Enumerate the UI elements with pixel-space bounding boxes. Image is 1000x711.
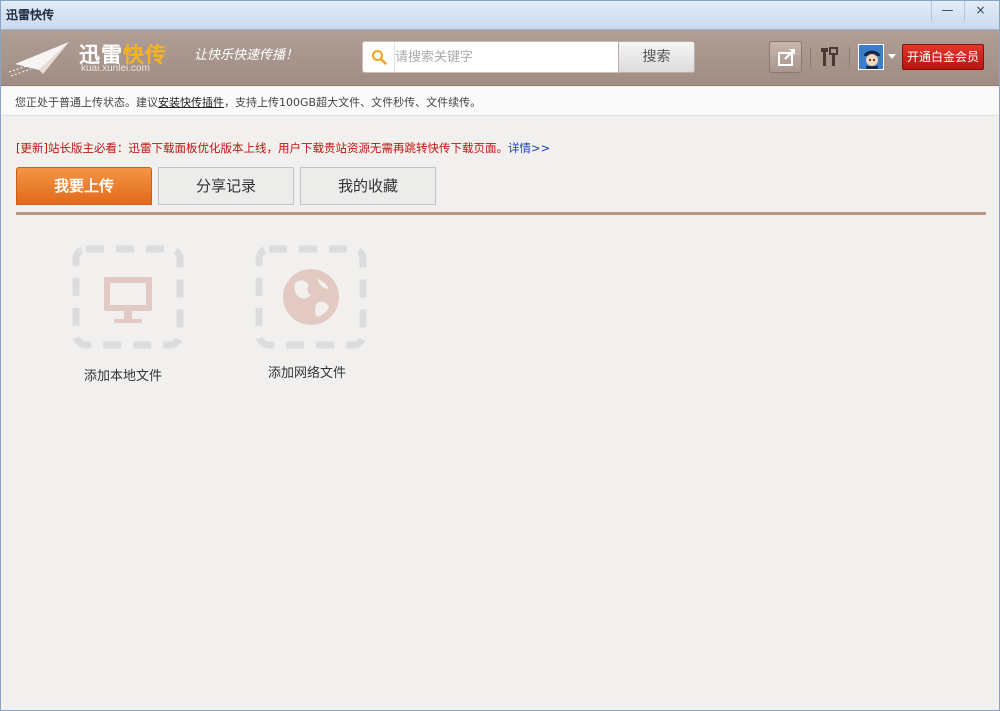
globe-icon: [255, 245, 367, 349]
add-local-file-button[interactable]: [72, 245, 184, 349]
add-web-file-label[interactable]: 添加网络文件: [268, 362, 346, 381]
window-title: 迅雷快传: [6, 8, 55, 22]
update-text: [更新]站长版主必看：迅雷下载面板优化版本上线，用户下载贵站资源无需再跳转快传下…: [16, 141, 508, 155]
monitor-icon: [72, 245, 184, 349]
notice-suffix: ，支持上传100GB超大文件、文件秒传、文件续传。: [224, 96, 482, 109]
paper-plane-logo-icon: [9, 42, 69, 77]
details-link[interactable]: 详情>>: [508, 141, 550, 155]
close-button[interactable]: ×: [964, 1, 996, 21]
logo-url: kuai.xunlei.com: [81, 63, 150, 74]
header-bar: 迅雷快传 kuai.xunlei.com 让快乐快速传播！ 搜索: [1, 30, 999, 86]
chevron-down-icon[interactable]: [888, 54, 896, 59]
search-icon: [372, 50, 387, 65]
update-notice: [更新]站长版主必看：迅雷下载面板优化版本上线，用户下载贵站资源无需再跳转快传下…: [16, 140, 550, 156]
share-icon: [778, 49, 795, 66]
toolbar-separator: [810, 47, 811, 67]
app-window: 迅雷快传 — × 迅雷快传 kuai.xunlei.com 让快乐快速传播！ 搜…: [0, 0, 1000, 711]
avatar-icon: [859, 45, 883, 69]
search-box: [362, 41, 619, 73]
toolbar-separator: [849, 47, 850, 67]
vip-button[interactable]: 开通白金会员: [902, 44, 984, 70]
notice-prefix: 您正处于普通上传状态。建议: [15, 96, 158, 109]
title-bar: 迅雷快传 — ×: [1, 1, 999, 30]
add-local-file-label[interactable]: 添加本地文件: [84, 365, 162, 384]
add-web-file-button[interactable]: [255, 245, 367, 349]
tab-my-favorites[interactable]: 我的收藏: [300, 167, 436, 205]
install-plugin-link[interactable]: 安装快传插件: [158, 96, 224, 109]
minimize-button[interactable]: —: [931, 1, 963, 21]
tab-share-history[interactable]: 分享记录: [158, 167, 294, 205]
slogan: 让快乐快速传播！: [194, 48, 299, 63]
search-input[interactable]: [395, 46, 610, 68]
user-avatar[interactable]: [858, 44, 884, 70]
tools-icon[interactable]: [818, 44, 842, 70]
tab-my-upload[interactable]: 我要上传: [16, 167, 152, 205]
search-button[interactable]: 搜索: [618, 41, 695, 73]
share-button[interactable]: [769, 41, 802, 73]
upload-status-notice: 您正处于普通上传状态。建议安装快传插件，支持上传100GB超大文件、文件秒传、文…: [1, 87, 999, 116]
tab-underline: [16, 212, 986, 215]
